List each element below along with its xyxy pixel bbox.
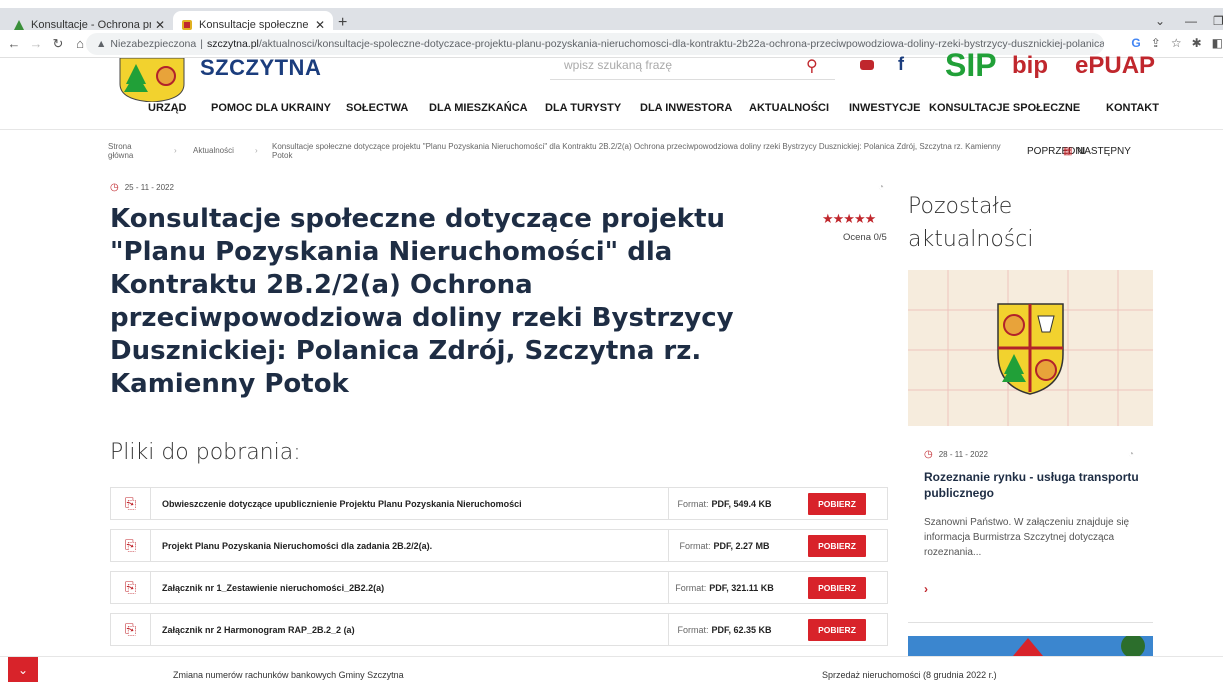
news-excerpt: Szanowni Państwo. W załączeniu znajduje … <box>924 517 1130 558</box>
file-format: Format: PDF, 549.4 KB <box>668 488 780 519</box>
share-icon[interactable]: ⇪ <box>1151 36 1161 50</box>
restore-icon[interactable]: ❐ <box>1213 14 1223 28</box>
security-label: Niezabezpieczona <box>110 38 197 50</box>
pdf-icon: ⎘ <box>111 614 151 645</box>
browser-tabbar: Konsultacje - Ochrona przeciwpo... ✕ Kon… <box>0 0 1223 38</box>
coat-of-arms-logo[interactable] <box>118 57 186 103</box>
tab-title: Konsultacje - Ochrona przeciwpo... <box>31 18 151 31</box>
news-headline[interactable]: Rozeznanie rynku - usługa transportu pub… <box>924 469 1149 501</box>
download-button[interactable]: POBIERZ <box>808 493 866 515</box>
pdf-icon: ⎘ <box>111 572 151 603</box>
tab-favicon <box>13 19 25 31</box>
next-link[interactable]: NASTĘPNY <box>1077 146 1131 157</box>
youtube-icon[interactable] <box>860 60 874 70</box>
main-navigation: URZĄD POMOC DLA UKRAINY SOŁECTWA DLA MIE… <box>0 102 1223 116</box>
news-date: ◷ 28 - 11 - 2022 <box>924 449 988 460</box>
file-row: ⎘ Załącznik nr 1_Zestawienie nieruchomoś… <box>110 571 888 604</box>
sidepanel-icon[interactable]: ◧ <box>1212 36 1223 50</box>
minimize-icon[interactable]: — <box>1185 14 1197 28</box>
rating-label: Ocena 0/5 <box>843 232 887 243</box>
reload-icon[interactable]: ↻ <box>50 36 66 52</box>
sidebar-title: Pozostałe aktualności <box>908 194 1034 252</box>
rating-stars[interactable]: ★★★★★ <box>822 211 876 227</box>
nav-item-pomoc[interactable]: POMOC DLA UKRAINY <box>211 102 331 114</box>
ticker-item[interactable]: Sprzedaż nieruchomości (8 grudnia 2022 r… <box>822 670 997 680</box>
tab-title: Konsultacje społeczne dotyczące... <box>199 18 311 31</box>
divider <box>908 622 1153 623</box>
breadcrumb-current: Konsultacje społeczne dotyczące projektu… <box>272 142 1001 160</box>
nav-item-aktualnosci[interactable]: AKTUALNOŚCI <box>749 102 829 114</box>
nav-item-mieszkanca[interactable]: DLA MIESZKAŃCA <box>429 102 528 114</box>
sip-logo[interactable]: SIP <box>945 47 997 84</box>
file-format: Format: PDF, 2.27 MB <box>668 530 780 561</box>
files-heading: Pliki do pobrania: <box>110 440 301 465</box>
google-icon[interactable]: G <box>1131 36 1140 50</box>
pdf-icon: ⎘ <box>111 530 151 561</box>
clock-icon: ◷ <box>110 182 119 193</box>
forward-icon[interactable]: → <box>28 36 44 51</box>
nav-item-solectwa[interactable]: SOŁECTWA <box>346 102 408 114</box>
chevron-right-icon: › <box>174 146 177 155</box>
file-name[interactable]: Załącznik nr 1_Zestawienie nieruchomości… <box>162 583 384 593</box>
news-thumbnail[interactable] <box>908 270 1153 426</box>
news-ticker: ⌄ Zmiana numerów rachunków bankowych Gmi… <box>0 656 1223 682</box>
pdf-icon: ⎘ <box>111 488 151 519</box>
file-row: ⎘ Projekt Planu Pozyskania Nieruchomości… <box>110 529 888 562</box>
download-button[interactable]: POBIERZ <box>808 619 866 641</box>
nav-item-urzad[interactable]: URZĄD <box>148 102 187 114</box>
epuap-logo[interactable]: ePUAP <box>1075 52 1155 80</box>
nav-item-kontakt[interactable]: KONTAKT <box>1106 102 1159 114</box>
file-name[interactable]: Załącznik nr 2 Harmonogram RAP_2B.2_2 (a… <box>162 625 355 635</box>
nav-item-konsultacje[interactable]: KONSULTACJE SPOŁECZNE <box>929 102 1080 114</box>
site-name[interactable]: SZCZYTNA <box>200 55 321 81</box>
file-row: ⎘ Obwieszczenie dotyczące upublicznienie… <box>110 487 888 520</box>
clock-icon: ◷ <box>924 449 933 460</box>
file-format: Format: PDF, 321.11 KB <box>668 572 780 603</box>
file-format: Format: PDF, 62.35 KB <box>668 614 780 645</box>
rss-icon[interactable]: ◔ <box>878 182 884 193</box>
news-thumbnail-2[interactable] <box>908 636 1153 656</box>
facebook-icon[interactable]: f <box>898 54 904 75</box>
chevron-right-icon[interactable]: › <box>924 582 928 596</box>
file-name[interactable]: Obwieszczenie dotyczące upublicznienie P… <box>162 499 522 509</box>
chevron-right-icon: › <box>255 146 258 155</box>
extensions-icon[interactable]: ✱ <box>1192 36 1202 50</box>
nav-item-inwestycje[interactable]: INWESTYCJE <box>849 102 921 114</box>
search-icon[interactable]: ⚲ <box>806 56 818 76</box>
ticker-item[interactable]: Zmiana numerów rachunków bankowych Gminy… <box>173 670 404 680</box>
breadcrumb-home[interactable]: Strona główna <box>108 142 148 160</box>
grid-icon[interactable]: ▦ <box>1063 146 1072 157</box>
toolbar-actions: G ⇪ ☆ ✱ ◧ <box>1131 36 1223 50</box>
warning-icon[interactable]: ▲ <box>96 38 106 50</box>
search-input[interactable]: wpisz szukaną frazę <box>550 58 835 80</box>
article-title: Konsultacje społeczne dotyczące projektu… <box>110 204 734 399</box>
rss-icon[interactable]: ◔ <box>1128 449 1134 460</box>
file-name[interactable]: Projekt Planu Pozyskania Nieruchomości d… <box>162 541 432 551</box>
nav-item-inwestora[interactable]: DLA INWESTORA <box>640 102 732 114</box>
chevron-down-icon[interactable]: ⌄ <box>1155 14 1165 28</box>
tab-favicon <box>181 19 193 31</box>
download-button[interactable]: POBIERZ <box>808 577 866 599</box>
back-icon[interactable]: ← <box>6 36 22 51</box>
nav-item-turysty[interactable]: DLA TURYSTY <box>545 102 621 114</box>
file-row: ⎘ Załącznik nr 2 Harmonogram RAP_2B.2_2 … <box>110 613 888 646</box>
breadcrumb-section[interactable]: Aktualności <box>193 146 234 155</box>
divider <box>0 129 1223 130</box>
article-date: ◷ 25 - 11 - 2022 <box>110 182 174 193</box>
bip-logo[interactable]: bip <box>1012 52 1048 80</box>
star-icon[interactable]: ☆ <box>1171 36 1182 50</box>
download-button[interactable]: POBIERZ <box>808 535 866 557</box>
chevron-down-icon[interactable]: ⌄ <box>8 657 38 682</box>
